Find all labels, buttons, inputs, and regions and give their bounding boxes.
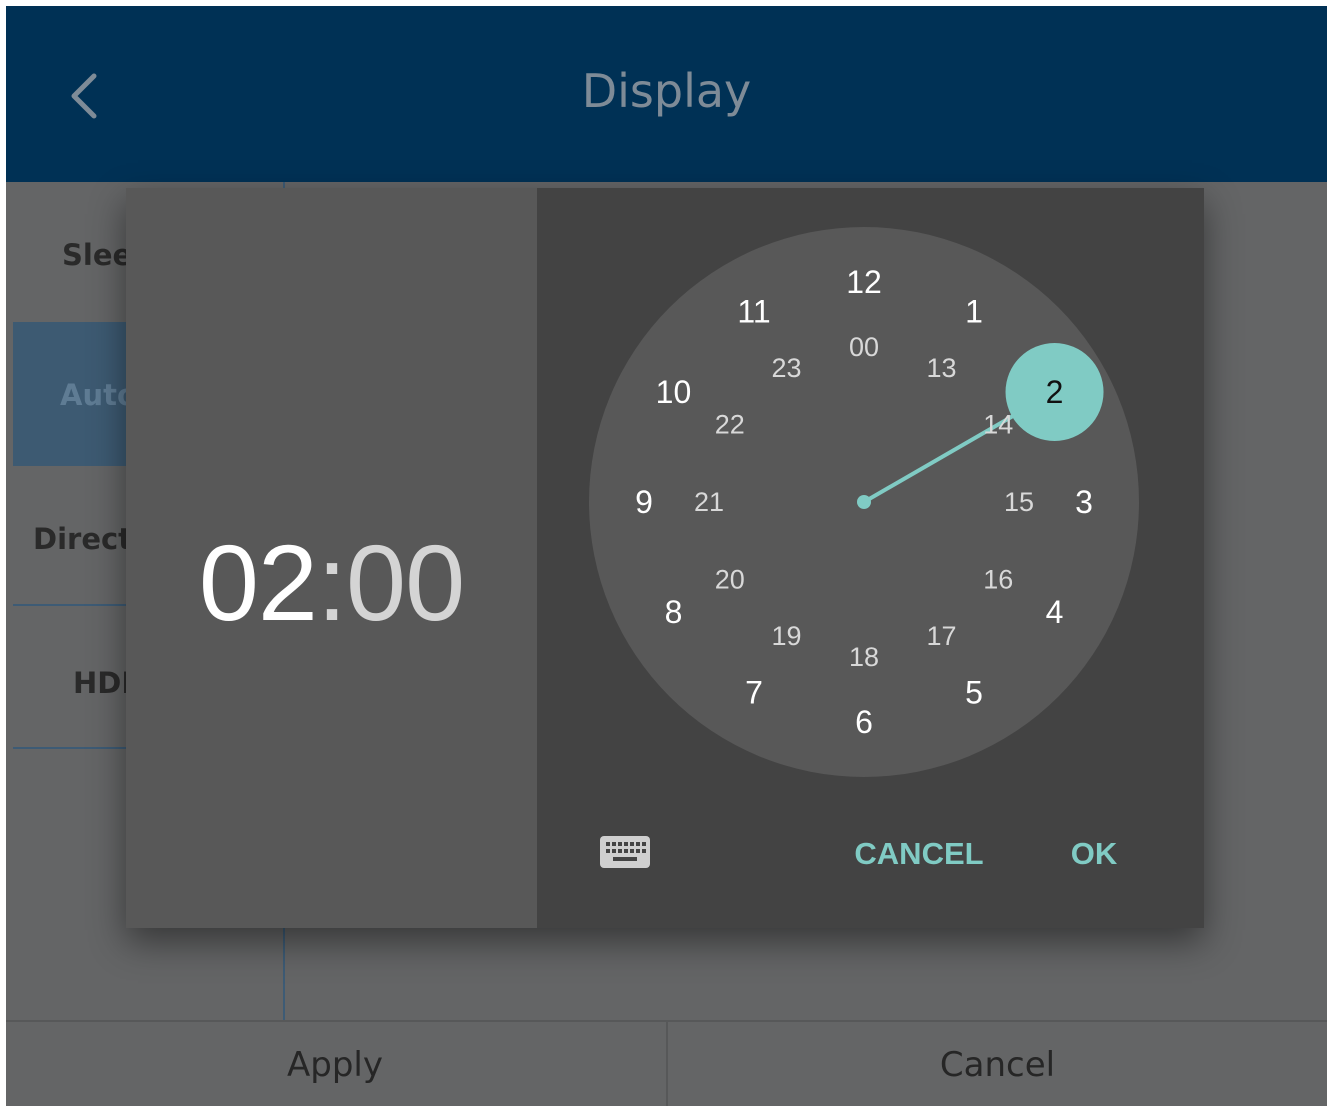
minutes-value[interactable]: 00 (346, 522, 465, 643)
clock-number-19[interactable]: 19 (771, 621, 801, 651)
dialog-cancel-button[interactable]: CANCEL (843, 830, 995, 878)
time-picker-dialog: 02:00 12 1 2 3 4 5 6 7 8 9 10 11 00 13 14 15 16 17 18 19 20 2… (126, 188, 1204, 928)
clock-number-15[interactable]: 15 (1004, 487, 1034, 517)
clock-number-21[interactable]: 21 (694, 487, 724, 517)
apply-button[interactable]: Apply (6, 1022, 664, 1106)
clock-number-14[interactable]: 14 (983, 410, 1013, 440)
clock-center-dot (857, 495, 871, 509)
clock-number-20[interactable]: 20 (715, 565, 745, 595)
clock-number-10[interactable]: 10 (656, 374, 692, 410)
clock-number-22[interactable]: 22 (715, 410, 745, 440)
time-separator: : (316, 522, 347, 643)
clock-number-2[interactable]: 2 (1046, 374, 1064, 410)
clock-number-8[interactable]: 8 (665, 594, 683, 630)
keyboard-icon[interactable] (599, 835, 651, 869)
page-title: Display (581, 64, 752, 118)
clock-dial[interactable]: 121234567891011001314151617181920212223 (537, 188, 1204, 808)
settings-item-hdmi[interactable]: HDI (73, 666, 132, 700)
settings-item-direct[interactable]: Direct (33, 522, 132, 556)
clock-number-11[interactable]: 11 (737, 293, 770, 329)
clock-number-7[interactable]: 7 (745, 675, 763, 711)
clock-number-3[interactable]: 3 (1075, 484, 1093, 520)
clock-number-12[interactable]: 12 (846, 264, 882, 300)
clock-number-00[interactable]: 00 (849, 332, 879, 362)
clock-number-16[interactable]: 16 (983, 565, 1013, 595)
selected-time: 02:00 (126, 523, 537, 643)
bottom-action-bar: Apply Cancel (6, 1020, 1327, 1106)
clock-number-6[interactable]: 6 (855, 704, 873, 740)
clock-number-17[interactable]: 17 (926, 621, 956, 651)
clock-number-4[interactable]: 4 (1046, 594, 1064, 630)
app-header: Display (6, 6, 1327, 182)
clock-number-5[interactable]: 5 (965, 675, 983, 711)
cancel-button[interactable]: Cancel (666, 1022, 1327, 1106)
dialog-ok-button[interactable]: OK (1059, 830, 1129, 878)
hours-value[interactable]: 02 (199, 522, 318, 643)
clock-number-23[interactable]: 23 (771, 353, 801, 383)
clock-number-18[interactable]: 18 (849, 642, 879, 672)
screen: Display Slee Auto Direct HDI Apply Cance… (6, 6, 1327, 1106)
clock-number-9[interactable]: 9 (635, 484, 653, 520)
clock-number-13[interactable]: 13 (926, 353, 956, 383)
clock-panel: 12 1 2 3 4 5 6 7 8 9 10 11 00 13 14 15 16 17 18 19 20 21 22 23 … (537, 188, 1204, 928)
settings-item-sleep[interactable]: Slee (62, 238, 132, 272)
time-header-panel: 02:00 (126, 188, 537, 928)
clock-number-1[interactable]: 1 (965, 293, 983, 329)
